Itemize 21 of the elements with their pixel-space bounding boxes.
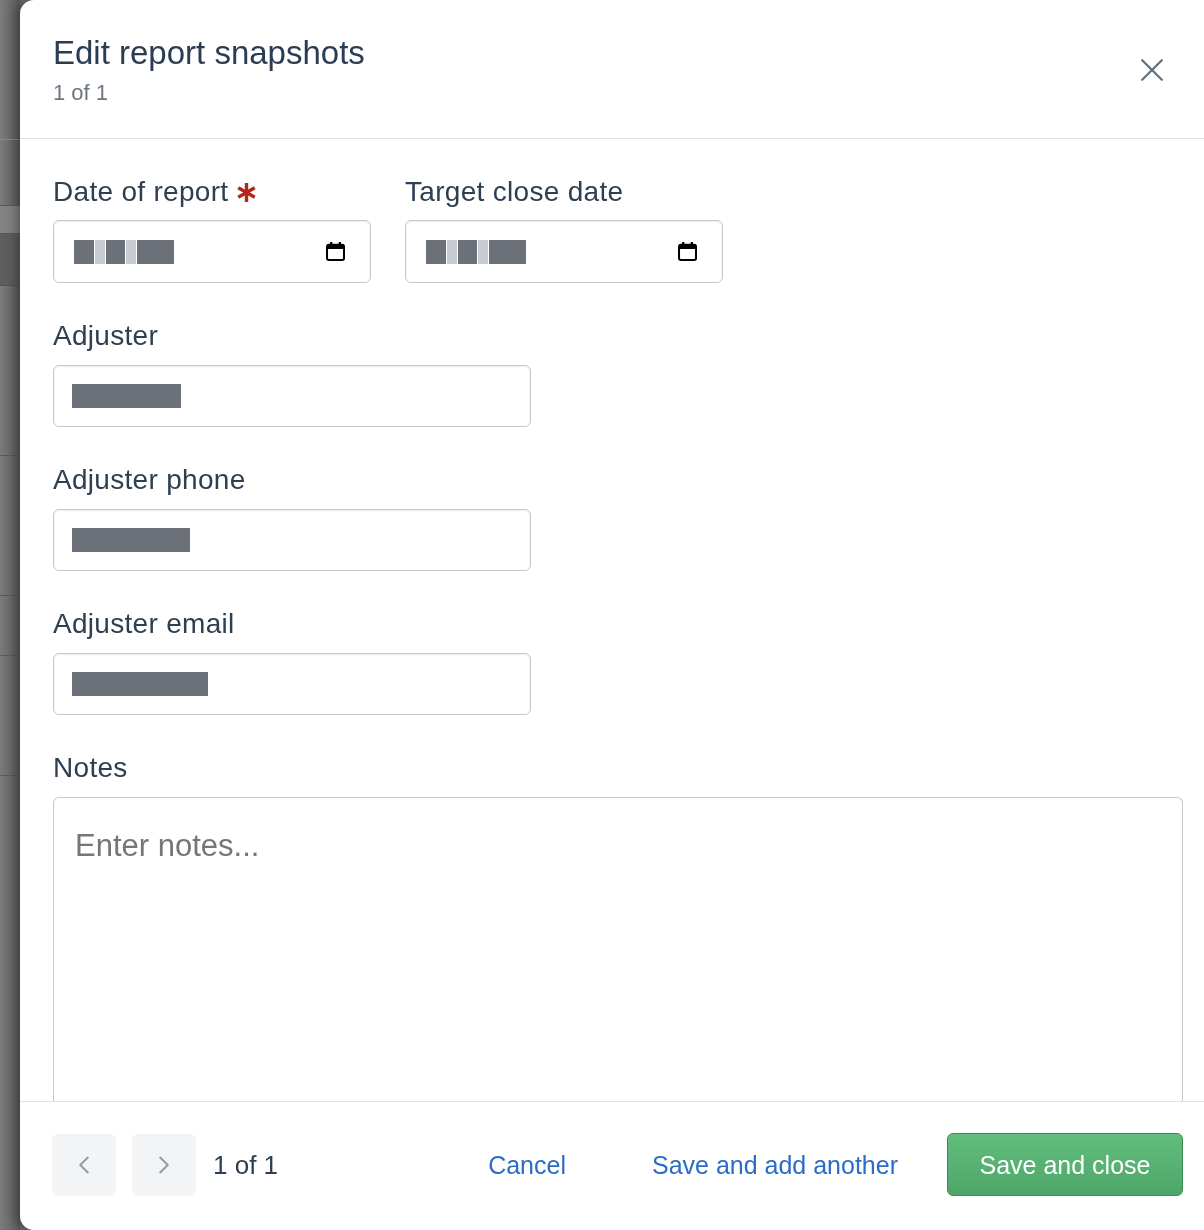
- calendar-icon[interactable]: [326, 242, 345, 261]
- dialog-subtitle: 1 of 1: [53, 79, 109, 107]
- field-label: Target close date: [405, 177, 624, 207]
- calendar-icon[interactable]: [678, 242, 697, 261]
- text-field[interactable]: [53, 365, 531, 427]
- link-button[interactable]: Save and add another: [635, 1139, 914, 1190]
- field-label: Notes: [53, 753, 128, 783]
- text-field[interactable]: [53, 653, 531, 715]
- field-label: Adjuster email: [53, 609, 235, 639]
- primary-button[interactable]: Save and close: [947, 1133, 1183, 1196]
- link-button[interactable]: Cancel: [472, 1139, 582, 1190]
- page-position: 1 of 1: [213, 1149, 279, 1180]
- date-field[interactable]: [405, 220, 723, 283]
- dialog-title: Edit report snapshots: [53, 34, 365, 72]
- notes-field[interactable]: Enter notes...: [53, 797, 1183, 1101]
- date-field[interactable]: [53, 220, 371, 283]
- close-icon: [1141, 59, 1163, 81]
- field-label: Adjuster: [53, 321, 159, 351]
- field-label: Adjuster phone: [53, 465, 246, 495]
- text-field[interactable]: [53, 509, 531, 571]
- field-label: Date of report: [53, 177, 229, 207]
